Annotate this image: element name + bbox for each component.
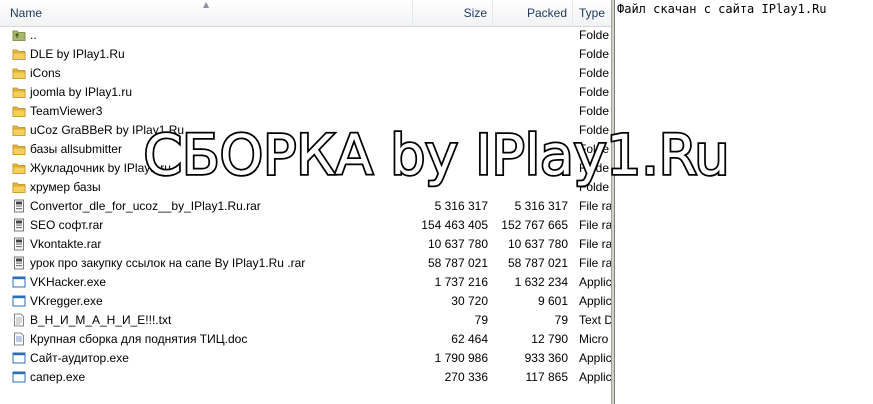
viewer-text: Файл скачан с сайта IPlay1.Ru [617,2,827,16]
file-name: DLE by IPlay1.Ru [30,47,125,61]
file-rows: .. Folde DLE by IPlay1.Ru Folde iCons Folde jo… [0,26,611,387]
file-size: 154 463 405 [421,218,488,232]
file-packed-size: 933 360 [524,351,568,365]
file-name: Convertor_dle_for_ucoz__by_IPlay1.Ru.rar [30,199,261,213]
file-packed-size: 58 787 021 [507,256,568,270]
file-row[interactable]: VKregger.exe 30 720 9 601 Applic [0,292,611,311]
file-name: В_Н_И_М_А_Н_И_Е!!!.txt [30,313,172,327]
file-type: File ra [579,199,611,213]
file-size: 62 464 [451,332,488,346]
file-type: Folde [579,104,610,118]
file-name: Vkontakte.rar [30,237,102,251]
folder-icon [12,104,26,118]
column-name-label: Name [10,6,43,20]
file-size: 270 336 [444,370,488,384]
file-type: Applic [579,370,611,384]
file-packed-size: 12 790 [531,332,568,346]
file-size: 5 316 317 [434,199,488,213]
file-name: Крупная сборка для поднятия ТИЦ.doc [30,332,248,346]
folder-icon [12,47,26,61]
column-size-label: Size [463,6,487,20]
file-size: 10 637 780 [427,237,488,251]
file-type: Applic [579,351,611,365]
file-row[interactable]: joomla by IPlay1.ru Folde [0,83,611,102]
column-header-type[interactable]: Type [573,0,611,26]
file-row[interactable]: DLE by IPlay1.Ru Folde [0,45,611,64]
file-type: File ra [579,237,611,251]
file-name: сапер.exe [30,370,86,384]
file-packed-size: 5 316 317 [514,199,568,213]
file-name: .. [30,28,37,42]
column-header: Name ▲ Size Packed Type [0,0,611,27]
archive-icon [12,218,26,232]
column-header-size[interactable]: Size [413,0,493,26]
file-row[interactable]: Сайт-аудитор.exe 1 790 986 933 360 Applic [0,349,611,368]
file-size: 1 790 986 [434,351,488,365]
folder-icon [12,66,26,80]
file-name: SEO софт.rar [30,218,104,232]
file-name: урок про закупку ссылок на сапе By IPlay… [30,256,306,270]
file-name: VKHacker.exe [30,275,107,289]
file-row[interactable]: Vkontakte.rar 10 637 780 10 637 780 File ra [0,235,611,254]
application-icon [12,351,26,365]
application-icon [12,275,26,289]
file-size: 79 [474,313,488,327]
file-row[interactable]: TeamViewer3 Folde [0,102,611,121]
document-icon [12,332,26,346]
file-packed-size: 1 632 234 [514,275,568,289]
file-list-pane: Name ▲ Size Packed Type .. Folde DLE by IP… [0,0,611,404]
file-type: Applic [579,275,611,289]
file-packed-size: 79 [554,313,568,327]
application-icon [12,370,26,384]
file-packed-size: 10 637 780 [507,237,568,251]
file-type: Folde [579,85,610,99]
file-row[interactable]: SEO софт.rar 154 463 405 152 767 665 File r… [0,216,611,235]
file-size: 1 737 216 [434,275,488,289]
file-row[interactable]: В_Н_И_М_А_Н_И_Е!!!.txt 79 79 Text D [0,311,611,330]
sort-arrow-icon: ▲ [203,0,210,9]
file-packed-size: 117 865 [525,370,569,384]
column-type-label: Type [579,6,606,20]
file-type: Micro [579,332,609,346]
file-size: 58 787 021 [427,256,488,270]
file-name: joomla by IPlay1.ru [30,85,133,99]
file-packed-size: 152 767 665 [501,218,568,232]
text-viewer-pane: Файл скачан с сайта IPlay1.Ru [615,0,873,404]
file-row[interactable]: сапер.exe 270 336 117 865 Applic [0,368,611,387]
file-row[interactable]: Convertor_dle_for_ucoz__by_IPlay1.Ru.rar… [0,197,611,216]
archive-icon [12,199,26,213]
file-type: File ra [579,256,611,270]
file-size: 30 720 [451,294,488,308]
folder-icon [12,85,26,99]
file-type: File ra [579,218,611,232]
file-name: VKregger.exe [30,294,103,308]
file-name: TeamViewer3 [30,104,103,118]
file-type: Folde [579,66,610,80]
file-type: Text D [579,313,611,327]
watermark-overlay-text: СБОРКА by IPlay1.Ru [142,121,731,189]
file-name: Сайт-аудитор.exe [30,351,129,365]
column-header-packed[interactable]: Packed [493,0,573,26]
file-row[interactable]: iCons Folde [0,64,611,83]
file-row[interactable]: урок про закупку ссылок на сапе By IPlay… [0,254,611,273]
application-icon [12,294,26,308]
file-row[interactable]: .. Folde [0,26,611,45]
file-row[interactable]: Крупная сборка для поднятия ТИЦ.doc 62 46… [0,330,611,349]
column-packed-label: Packed [526,6,567,20]
file-type: Folde [579,28,610,42]
file-type: Applic [579,294,611,308]
file-packed-size: 9 601 [537,294,568,308]
archive-icon [12,237,26,251]
file-name: iCons [30,66,61,80]
text-file-icon [12,313,26,327]
file-row[interactable]: VKHacker.exe 1 737 216 1 632 234 Applic [0,273,611,292]
archive-icon [12,256,26,270]
parent-folder-icon [12,28,26,42]
file-type: Folde [579,47,610,61]
